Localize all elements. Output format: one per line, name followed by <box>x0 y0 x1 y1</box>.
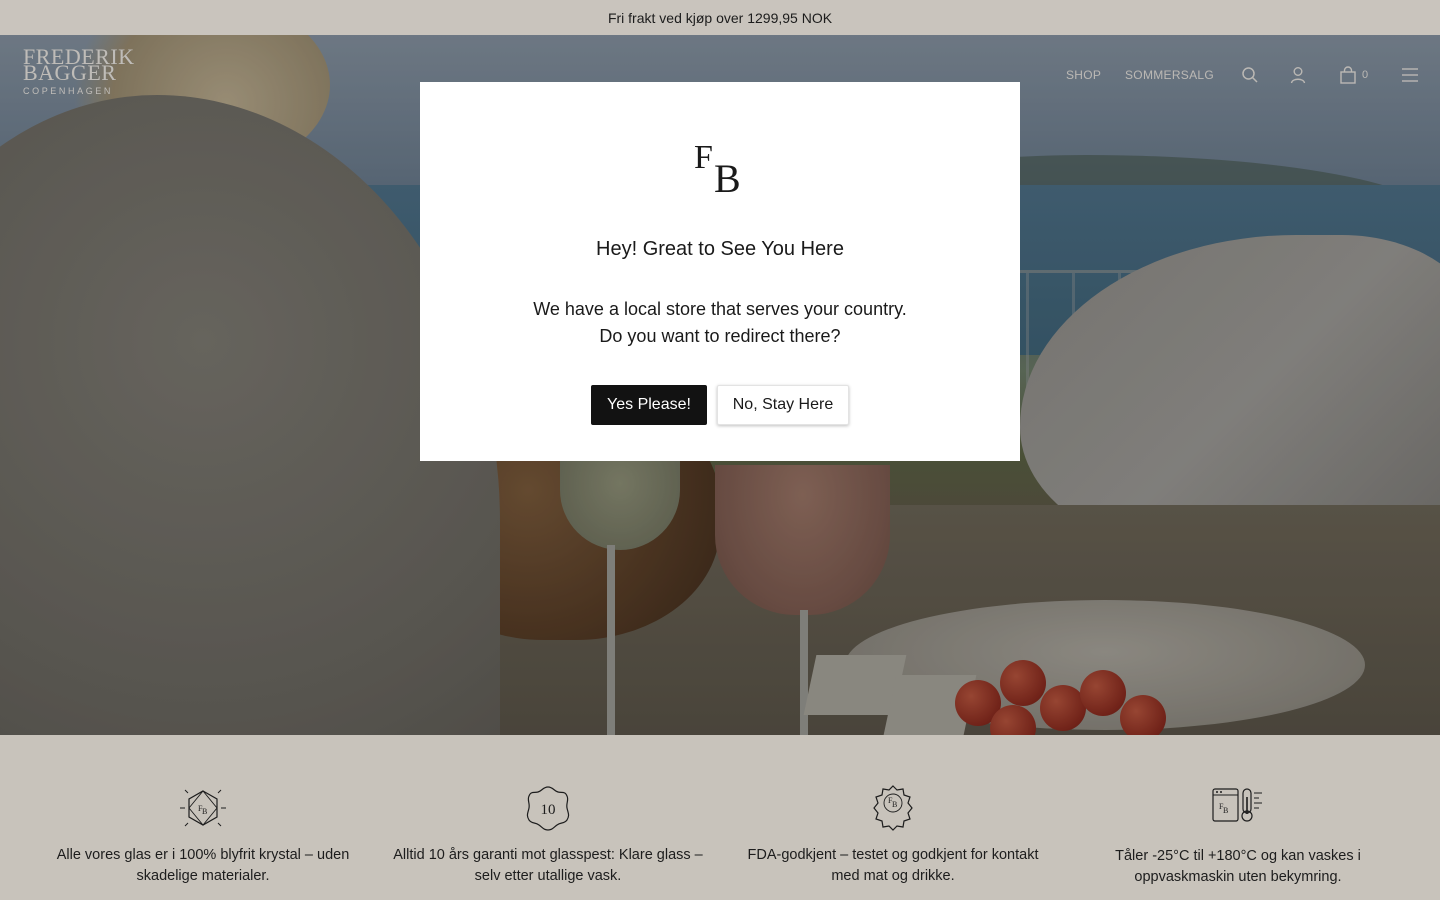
svg-text:B: B <box>892 800 897 809</box>
temperature-dishwasher-icon: F B <box>1212 788 1262 822</box>
svg-text:B: B <box>202 807 207 816</box>
feature-text: Tåler -25°C til +180°C og kan vaskes i o… <box>1115 848 1361 885</box>
feature-text: Alle vores glas er i 100% blyfrit krysta… <box>56 847 350 884</box>
modal-message-line-1: We have a local store that serves your c… <box>533 299 907 319</box>
svg-text:10: 10 <box>541 802 556 818</box>
fda-seal-icon: F B <box>873 785 913 831</box>
ten-year-badge-icon: 10 <box>526 786 570 831</box>
redirect-yes-button[interactable]: Yes Please! <box>591 385 707 425</box>
features-strip: F B Alle vores glas er i 100% blyfrit kr… <box>0 735 1440 900</box>
crystal-icon: F B <box>180 789 226 827</box>
svg-text:B: B <box>714 156 741 194</box>
feature-text: Alltid 10 års garanti mot glasspest: Kla… <box>393 847 703 884</box>
announcement-text: Fri frakt ved kjøp over 1299,95 NOK <box>607 9 833 26</box>
modal-message-line-2: Do you want to redirect there? <box>599 326 841 346</box>
feature-text: FDA-godkjent – testet og godkjent for ko… <box>747 847 1039 884</box>
modal-message: We have a local store that serves your c… <box>420 296 1020 350</box>
fb-monogram-logo: F B <box>694 139 741 194</box>
svg-text:F: F <box>694 139 713 176</box>
modal-title: Hey! Great to See You Here <box>596 238 844 260</box>
store-redirect-modal: F B Hey! Great to See You Here We have a… <box>420 82 1020 461</box>
svg-text:B: B <box>1223 806 1228 815</box>
announcement-bar: Fri frakt ved kjøp over 1299,95 NOK <box>0 0 1440 35</box>
stay-here-button[interactable]: No, Stay Here <box>717 385 849 425</box>
